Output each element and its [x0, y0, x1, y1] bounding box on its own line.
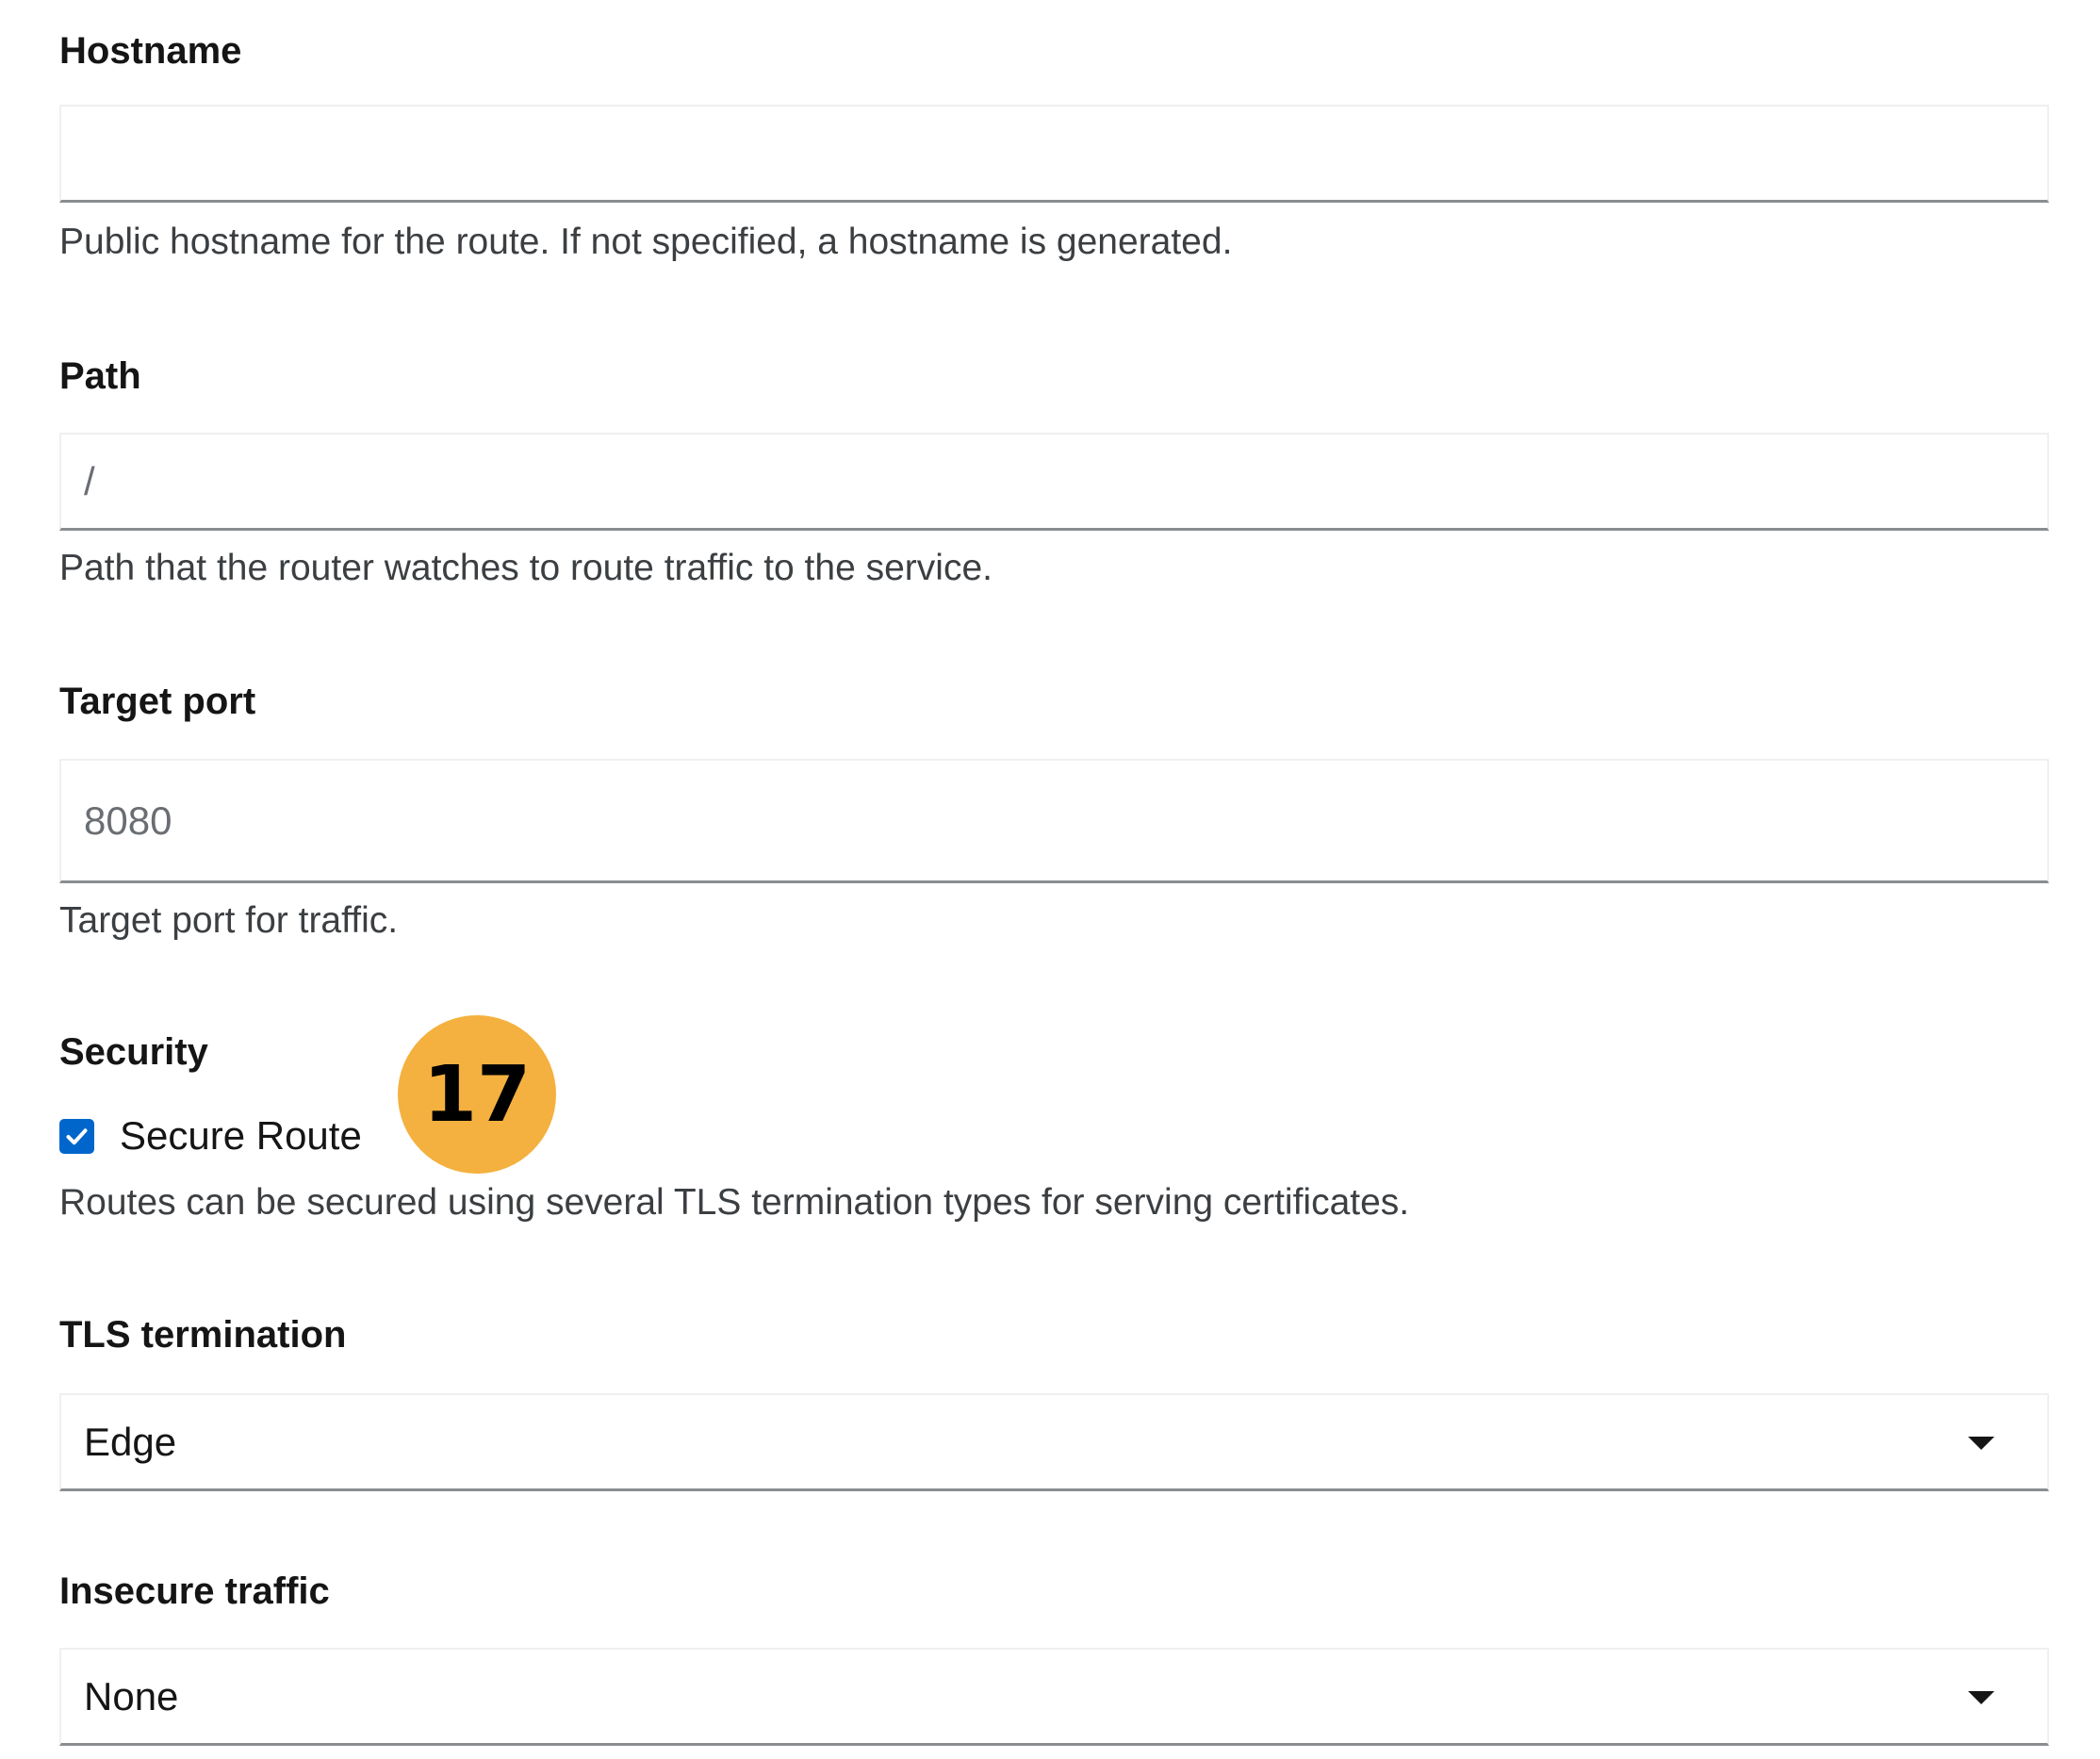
path-input[interactable]: [61, 435, 2047, 528]
target-port-input[interactable]: [61, 761, 2047, 880]
hostname-field[interactable]: [59, 105, 2049, 203]
target-port-helper-text: Target port for traffic.: [59, 900, 399, 941]
security-label: Security: [59, 1031, 208, 1073]
checkmark-icon: [66, 1128, 88, 1145]
caret-down-icon: [1968, 1690, 1994, 1704]
secure-route-checkbox[interactable]: [59, 1119, 94, 1154]
hostname-label: Hostname: [59, 30, 242, 72]
target-port-label: Target port: [59, 681, 256, 722]
path-field[interactable]: [59, 433, 2049, 531]
target-port-field[interactable]: [59, 759, 2049, 883]
secure-route-label[interactable]: Secure Route: [120, 1112, 362, 1159]
tls-termination-selected-value: Edge: [84, 1419, 177, 1464]
insecure-traffic-selected-value: None: [84, 1673, 179, 1718]
path-label: Path: [59, 355, 141, 397]
annotation-badge: 17: [398, 1015, 556, 1174]
tls-termination-select[interactable]: Edge: [59, 1393, 2049, 1491]
caret-down-icon: [1968, 1436, 1994, 1450]
tls-termination-label: TLS termination: [59, 1314, 347, 1356]
insecure-traffic-select[interactable]: None: [59, 1648, 2049, 1746]
hostname-input[interactable]: [61, 107, 2047, 200]
security-helper-text: Routes can be secured using several TLS …: [59, 1182, 1410, 1223]
insecure-traffic-label: Insecure traffic: [59, 1570, 330, 1612]
hostname-helper-text: Public hostname for the route. If not sp…: [59, 222, 1233, 262]
path-helper-text: Path that the router watches to route tr…: [59, 548, 993, 588]
